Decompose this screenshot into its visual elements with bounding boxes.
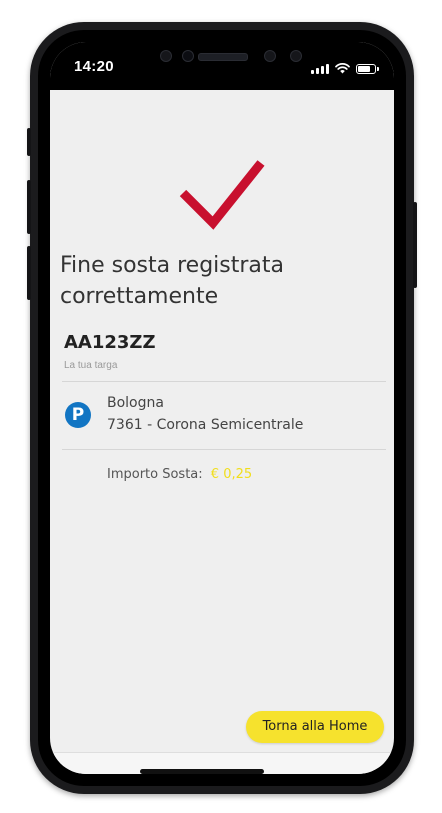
amount-row: Importo Sosta: € 0,25 (107, 467, 252, 482)
volume-up-button (27, 180, 31, 234)
home-indicator[interactable] (140, 769, 264, 774)
app-screen: 14:20 Fine sosta registrata correttament… (50, 42, 394, 774)
status-icons (311, 60, 379, 74)
phone-frame: 14:20 Fine sosta registrata correttament… (27, 22, 417, 794)
license-plate-label: La tua targa (64, 360, 118, 371)
license-plate: AA123ZZ (64, 332, 156, 353)
signal-icon (311, 63, 329, 74)
amount-label: Importo Sosta: (107, 467, 203, 482)
volume-down-button (27, 246, 31, 300)
notch (132, 42, 312, 72)
parking-city: Bologna (107, 395, 164, 411)
status-time: 14:20 (74, 58, 114, 75)
checkmark-icon (179, 160, 265, 230)
parking-icon: P (65, 402, 91, 428)
title-line-1: Fine sosta registrata (60, 253, 285, 278)
front-camera (182, 50, 194, 62)
power-button (413, 202, 417, 288)
title-line-2: correttamente (60, 284, 219, 309)
divider (62, 449, 386, 450)
proximity-sensor (290, 50, 302, 62)
battery-icon (356, 64, 379, 74)
earpiece-speaker (198, 53, 248, 61)
divider (62, 381, 386, 382)
stage: 14:20 Fine sosta registrata correttament… (0, 0, 442, 813)
amount-value: € 0,25 (210, 467, 253, 482)
wifi-icon (335, 63, 350, 74)
confirmation-title: Fine sosta registrata correttamente (60, 250, 380, 312)
sensor-dot (160, 50, 172, 62)
parking-zone: 7361 - Corona Semicentrale (107, 417, 304, 433)
back-to-home-button[interactable]: Torna alla Home (246, 711, 384, 743)
silent-switch (27, 128, 31, 156)
sensor-dot-right (264, 50, 276, 62)
status-bar: 14:20 (50, 42, 394, 90)
